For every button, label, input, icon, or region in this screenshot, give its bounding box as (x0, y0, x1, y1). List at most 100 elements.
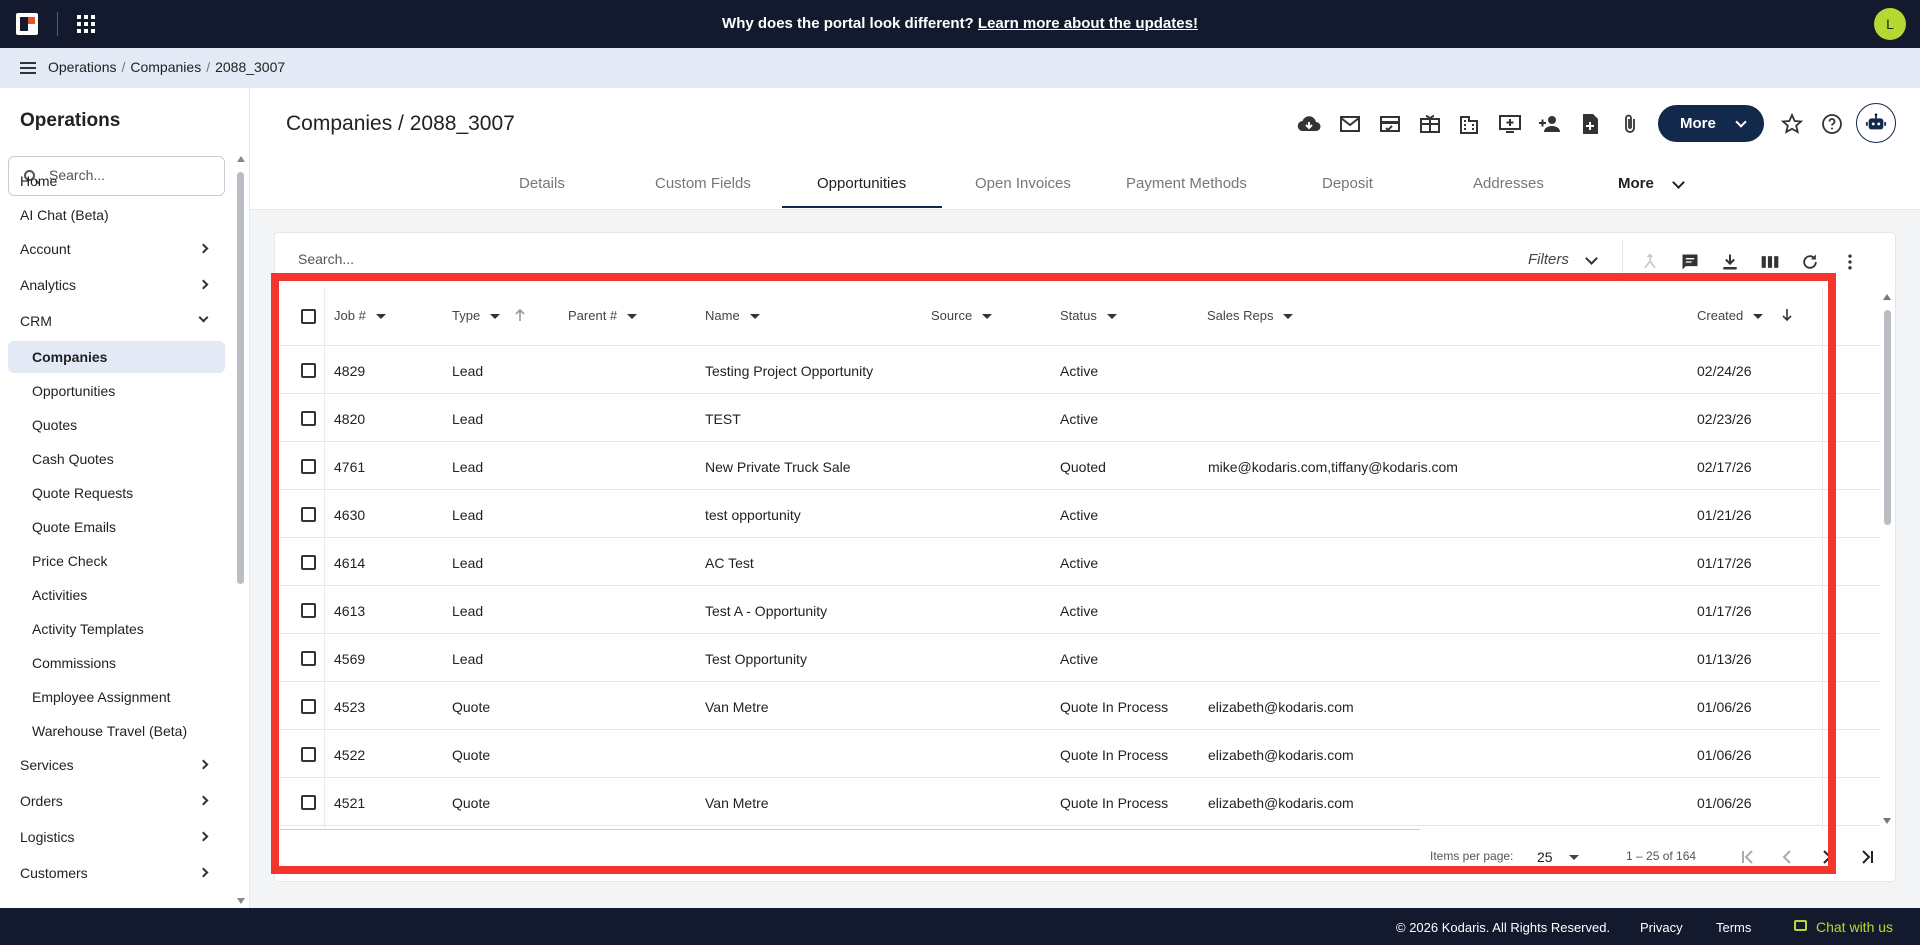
column-header-job[interactable]: Job # (334, 308, 386, 323)
table-row[interactable]: 4630 Lead test opportunity Active 01/21/26 (280, 490, 1880, 538)
add-to-queue-icon[interactable] (1498, 112, 1522, 136)
tab-open-invoices[interactable]: Open Invoices (975, 175, 1071, 192)
credit-card-icon[interactable] (1378, 112, 1402, 136)
table-row[interactable]: 4829 Lead Testing Project Opportunity Activ… (280, 346, 1880, 394)
row-checkbox[interactable] (301, 459, 316, 474)
table-row[interactable]: 4523 Quote Van Metre Quote In Process elizab… (280, 682, 1880, 730)
sidebar-scroll-up[interactable] (237, 156, 245, 162)
column-header-sales-reps[interactable]: Sales Reps (1207, 308, 1294, 323)
sidebar-item-analytics[interactable]: Analytics (8, 269, 225, 301)
note-add-icon[interactable] (1578, 112, 1602, 136)
sidebar-item-commissions[interactable]: Commissions (8, 647, 225, 679)
select-all-checkbox[interactable] (301, 309, 316, 324)
first-page-icon[interactable] (1738, 847, 1758, 867)
banner-link[interactable]: Learn more about the updates! (978, 15, 1198, 32)
mail-icon[interactable] (1338, 112, 1362, 136)
refresh-icon[interactable] (1800, 252, 1820, 272)
table-row[interactable]: 4522 Quote Quote In Process elizabeth@kodar… (280, 730, 1880, 778)
footer-terms-link[interactable]: Terms (1716, 920, 1751, 935)
breadcrumb-companies[interactable]: Companies (130, 59, 201, 75)
more-button[interactable]: More (1658, 105, 1764, 142)
sidebar-item-account[interactable]: Account (8, 233, 225, 265)
table-search-input[interactable] (298, 251, 698, 267)
gift-card-icon[interactable] (1418, 112, 1442, 136)
row-checkbox[interactable] (301, 651, 316, 666)
sidebar-item-ai-chat-beta[interactable]: AI Chat (Beta) (8, 199, 225, 231)
chat-with-us-button[interactable]: Chat with us (1794, 919, 1893, 935)
sidebar-item-logistics[interactable]: Logistics (8, 821, 225, 853)
table-row[interactable]: 4761 Lead New Private Truck Sale Quoted mike… (280, 442, 1880, 490)
sidebar-item-quote-emails[interactable]: Quote Emails (8, 511, 225, 543)
sidebar-item-price-check[interactable]: Price Check (8, 545, 225, 577)
column-header-created[interactable]: Created (1697, 308, 1792, 323)
row-checkbox[interactable] (301, 507, 316, 522)
sidebar-item-label: Activity Templates (32, 621, 144, 637)
column-header-name[interactable]: Name (705, 308, 760, 323)
sidebar-item-customers[interactable]: Customers (8, 857, 225, 889)
star-icon[interactable] (1780, 112, 1804, 136)
sidebar-item-home[interactable]: Home (8, 165, 225, 197)
footer-privacy-link[interactable]: Privacy (1640, 920, 1683, 935)
tab-custom-fields[interactable]: Custom Fields (655, 175, 751, 192)
sidebar-item-crm[interactable]: CRM (8, 305, 225, 337)
sidebar-item-quote-requests[interactable]: Quote Requests (8, 477, 225, 509)
row-checkbox[interactable] (301, 747, 316, 762)
tab-addresses[interactable]: Addresses (1473, 175, 1544, 192)
filters-dropdown[interactable]: Filters (1528, 251, 1569, 268)
cloud-download-icon[interactable] (1297, 112, 1321, 136)
table-row[interactable]: 4614 Lead AC Test Active 01/17/26 (280, 538, 1880, 586)
user-avatar[interactable]: L (1874, 8, 1906, 40)
menu-icon[interactable] (20, 62, 36, 74)
column-header-type[interactable]: Type (452, 308, 525, 323)
tab-deposit[interactable]: Deposit (1322, 175, 1373, 192)
merge-icon[interactable] (1640, 252, 1660, 272)
horizontal-scrollbar[interactable] (280, 829, 1420, 830)
breadcrumb-operations[interactable]: Operations (48, 59, 116, 75)
column-header-parent[interactable]: Parent # (568, 308, 638, 323)
column-header-source[interactable]: Source (931, 308, 993, 323)
sidebar-item-companies[interactable]: Companies (8, 341, 225, 373)
sidebar-item-opportunities[interactable]: Opportunities (8, 375, 225, 407)
attach-icon[interactable] (1618, 112, 1642, 136)
table-row[interactable]: 4569 Lead Test Opportunity Active 01/13/26 (280, 634, 1880, 682)
sidebar-item-quotes[interactable]: Quotes (8, 409, 225, 441)
more-vert-icon[interactable] (1840, 252, 1860, 272)
previous-page-icon[interactable] (1777, 847, 1797, 867)
sidebar-scrollbar[interactable] (237, 172, 244, 584)
person-add-icon[interactable] (1538, 112, 1562, 136)
tab-details[interactable]: Details (519, 175, 565, 192)
row-checkbox[interactable] (301, 411, 316, 426)
sidebar-item-warehouse-travel-beta[interactable]: Warehouse Travel (Beta) (8, 715, 225, 747)
table-scrollbar[interactable] (1884, 310, 1891, 525)
download-icon[interactable] (1720, 252, 1740, 272)
next-page-icon[interactable] (1817, 847, 1837, 867)
last-page-icon[interactable] (1857, 847, 1877, 867)
table-row[interactable]: 4521 Quote Van Metre Quote In Process elizab… (280, 778, 1880, 826)
row-checkbox[interactable] (301, 555, 316, 570)
row-checkbox[interactable] (301, 699, 316, 714)
sidebar-scroll-down[interactable] (237, 898, 245, 904)
tab-payment-methods[interactable]: Payment Methods (1126, 175, 1247, 192)
sidebar-item-activity-templates[interactable]: Activity Templates (8, 613, 225, 645)
columns-icon[interactable] (1760, 252, 1780, 272)
sidebar-item-cash-quotes[interactable]: Cash Quotes (8, 443, 225, 475)
table-row[interactable]: 4820 Lead TEST Active 02/23/26 (280, 394, 1880, 442)
table-scroll-up[interactable] (1883, 294, 1891, 300)
building-add-icon[interactable] (1458, 112, 1482, 136)
sidebar-item-orders[interactable]: Orders (8, 785, 225, 817)
row-checkbox[interactable] (301, 795, 316, 810)
tab-opportunities[interactable]: Opportunities (817, 175, 906, 192)
column-header-status[interactable]: Status (1060, 308, 1117, 323)
sidebar-item-employee-assignment[interactable]: Employee Assignment (8, 681, 225, 713)
ai-assistant-button[interactable] (1856, 103, 1896, 143)
sidebar-item-services[interactable]: Services (8, 749, 225, 781)
comment-icon[interactable] (1680, 252, 1700, 272)
row-checkbox[interactable] (301, 603, 316, 618)
items-per-page-select[interactable]: 25 (1537, 849, 1578, 865)
tab-more-menu[interactable]: More (1618, 175, 1654, 192)
sidebar-item-activities[interactable]: Activities (8, 579, 225, 611)
help-icon[interactable] (1820, 112, 1844, 136)
table-scroll-down[interactable] (1883, 818, 1891, 824)
table-row[interactable]: 4613 Lead Test A - Opportunity Active 01/17/… (280, 586, 1880, 634)
row-checkbox[interactable] (301, 363, 316, 378)
